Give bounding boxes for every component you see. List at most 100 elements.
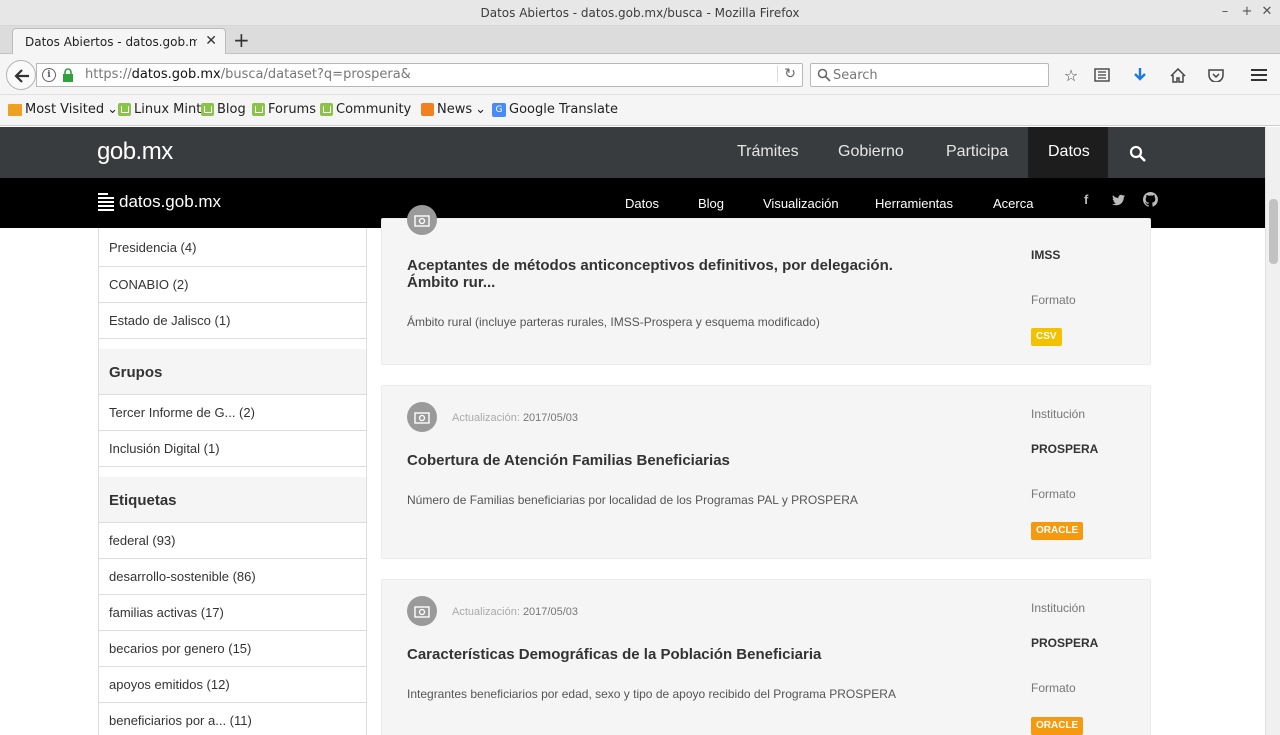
maximize-button[interactable]: + [1240, 4, 1254, 19]
tab-strip: Datos Abiertos - datos.gob.mx/b ✕ + [0, 26, 1280, 55]
dataset-institution[interactable]: PROSPERA [1031, 636, 1098, 650]
dataset-card: Actualización: 2017/05/03 Característica… [381, 579, 1151, 735]
facet-tag-becarios-por-genero[interactable]: becarios por genero (15) [99, 631, 366, 667]
search-input[interactable] [833, 66, 1033, 84]
url-bar[interactable]: i https://datos.gob.mx/busca/dataset?q=p… [36, 63, 803, 87]
dataset-institution[interactable]: IMSS [1031, 248, 1060, 262]
url-text[interactable]: https://datos.gob.mx/busca/dataset?q=pro… [85, 67, 411, 82]
gob-nav-participa[interactable]: Participa [946, 143, 1008, 161]
search-icon[interactable] [1129, 145, 1146, 162]
dataset-icon [414, 412, 430, 424]
tab-title: Datos Abiertos - datos.gob.mx/b [25, 35, 197, 49]
bookmark-google-translate[interactable]: G Google Translate [492, 102, 618, 117]
search-icon [817, 68, 831, 82]
dataset-institution[interactable]: PROSPERA [1031, 442, 1098, 456]
facet-tag-apoyos-emitidos[interactable]: apoyos emitidos (12) [99, 667, 366, 703]
dataset-icon [414, 215, 430, 227]
dataset-icon [414, 606, 430, 618]
gob-nav-gobierno[interactable]: Gobierno [838, 143, 904, 161]
facet-org-jalisco[interactable]: Estado de Jalisco (1) [99, 303, 366, 339]
bookmark-blog[interactable]: Blog [201, 102, 246, 117]
twitter-icon[interactable] [1112, 194, 1126, 206]
datos-lines-icon [98, 193, 114, 211]
menu-icon[interactable] [1248, 64, 1270, 86]
dataset-updated: Actualización: 2017/05/03 [452, 412, 578, 424]
facet-group-tercer-informe[interactable]: Tercer Informe de G... (2) [99, 395, 366, 431]
tab-datos-abiertos[interactable]: Datos Abiertos - datos.gob.mx/b ✕ [12, 28, 226, 55]
google-translate-icon: G [492, 102, 506, 117]
search-bar[interactable] [810, 63, 1049, 87]
dataset-format-label: Formato [1031, 487, 1076, 501]
dataset-institution-label: Institución [1031, 407, 1086, 421]
datos-nav-blog[interactable]: Blog [698, 196, 724, 211]
dataset-description: Integrantes beneficiarios por edad, sexo… [407, 687, 896, 701]
bookmark-most-visited[interactable]: Most Visited ⌄ [8, 102, 118, 117]
dataset-card: Actualización: 2017/05/03 Cobertura de A… [381, 385, 1151, 559]
mint-icon [320, 103, 333, 116]
github-icon[interactable] [1143, 192, 1158, 207]
dataset-card: Aceptantes de métodos anticonceptivos de… [381, 205, 1151, 365]
bookmark-forums[interactable]: Forums [252, 102, 316, 117]
bookmark-linux-mint[interactable]: Linux Mint [118, 102, 201, 117]
format-badge-oracle[interactable]: ORACLE [1031, 522, 1084, 540]
dataset-format-label: Formato [1031, 293, 1076, 307]
format-badge-oracle[interactable]: ORACLE [1031, 717, 1084, 735]
navigation-toolbar: i https://datos.gob.mx/busca/dataset?q=p… [0, 54, 1280, 95]
mint-icon [252, 103, 265, 116]
dataset-title[interactable]: Cobertura de Atención Familias Beneficia… [407, 452, 927, 469]
dataset-title[interactable]: Aceptantes de métodos anticonceptivos de… [407, 257, 927, 291]
gob-logo[interactable]: gob.mx [97, 138, 173, 166]
datos-nav-acerca[interactable]: Acerca [993, 196, 1033, 211]
datos-nav-herramientas[interactable]: Herramientas [875, 196, 953, 211]
tab-close-icon[interactable]: ✕ [205, 33, 217, 49]
format-badge-csv[interactable]: CSV [1031, 328, 1062, 346]
dataset-updated: Actualización: 2017/05/03 [452, 606, 578, 618]
datos-logo[interactable]: datos.gob.mx [97, 192, 221, 212]
close-window-button[interactable]: ✕ [1260, 4, 1274, 19]
window-title: Datos Abiertos - datos.gob.mx/busca - Mo… [480, 6, 800, 20]
facet-group-inclusion-digital[interactable]: Inclusión Digital (1) [99, 431, 366, 467]
facet-tag-beneficiarios-por-a[interactable]: beneficiarios por a... (11) [99, 703, 366, 735]
lock-icon[interactable] [62, 68, 74, 82]
bookmark-community[interactable]: Community [320, 102, 411, 117]
gob-nav-tramites[interactable]: Trámites [737, 143, 799, 161]
chevron-down-icon: ⌄ [107, 102, 119, 117]
folder-icon [8, 103, 22, 116]
dataset-title[interactable]: Características Demográficas de la Pobla… [407, 646, 927, 663]
mint-icon [201, 103, 214, 116]
facet-tag-federal[interactable]: federal (93) [99, 523, 366, 559]
dataset-format-label: Formato [1031, 681, 1076, 695]
home-icon[interactable] [1167, 64, 1189, 86]
bookmarks-toolbar: Most Visited ⌄ Linux Mint Blog Forums Com… [0, 95, 1280, 126]
minimize-button[interactable]: – [1218, 4, 1232, 19]
facet-heading-grupos: Grupos [99, 349, 366, 395]
reload-icon[interactable]: ↻ [777, 66, 796, 82]
facet-tag-desarrollo-sostenible[interactable]: desarrollo-sostenible (86) [99, 559, 366, 595]
star-icon[interactable]: ☆ [1060, 64, 1082, 86]
dataset-description: Número de Familias beneficiarias por loc… [407, 493, 858, 507]
bookmark-news[interactable]: News ⌄ [421, 102, 486, 117]
facet-org-conabio[interactable]: CONABIO (2) [99, 267, 366, 303]
dataset-avatar [407, 205, 437, 235]
facebook-icon[interactable]: f [1084, 192, 1088, 207]
mint-icon [118, 103, 131, 116]
gob-nav-datos[interactable]: Datos [1048, 143, 1090, 161]
page-scrollbar[interactable] [1265, 127, 1280, 735]
datos-nav-visualizacion[interactable]: Visualización [763, 196, 839, 211]
search-results-area: Presidencia (4) CONABIO (2) Estado de Ja… [0, 205, 1265, 735]
info-icon[interactable]: i [42, 68, 56, 82]
reading-list-icon[interactable] [1091, 64, 1113, 86]
dataset-description: Ámbito rural (incluye parteras rurales, … [407, 315, 820, 329]
dataset-institution-label: Institución [1031, 601, 1086, 615]
facet-tag-familias-activas[interactable]: familias activas (17) [99, 595, 366, 631]
chevron-down-icon: ⌄ [475, 102, 487, 117]
back-button[interactable] [6, 60, 36, 90]
window-titlebar: Datos Abiertos - datos.gob.mx/busca - Mo… [0, 0, 1280, 26]
download-icon[interactable] [1129, 64, 1151, 86]
scrollbar-thumb[interactable] [1269, 199, 1278, 264]
facet-org-presidencia[interactable]: Presidencia (4) [99, 230, 366, 267]
new-tab-button[interactable]: + [233, 28, 250, 52]
datos-nav-datos[interactable]: Datos [625, 196, 659, 211]
pocket-icon[interactable] [1205, 64, 1227, 86]
dataset-avatar [407, 402, 437, 432]
